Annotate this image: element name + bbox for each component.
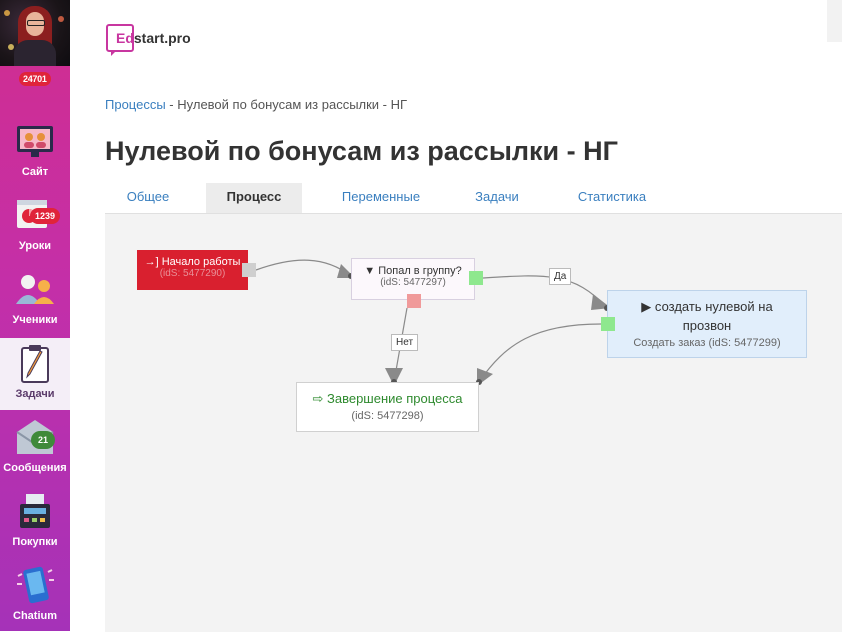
node-start[interactable]: →] Начало работы (idS: 5477290): [137, 250, 248, 290]
sidebar-item-label: Уроки: [18, 240, 52, 252]
sidebar-item-site[interactable]: Сайт: [0, 116, 70, 188]
breadcrumb-separator: -: [165, 97, 178, 112]
site-screen-icon: [17, 126, 53, 157]
avatar[interactable]: [0, 0, 70, 66]
node-end-label: Завершение процесса: [327, 391, 463, 406]
sidebar-item-label: Покупки: [12, 536, 58, 548]
tab-general[interactable]: Общее: [105, 183, 191, 213]
node-action-label-line2: прозвон: [682, 318, 732, 333]
purchases-register-icon: [20, 494, 50, 528]
tab-statistics[interactable]: Статистика: [557, 183, 667, 213]
sidebar-item-label: Сообщения: [3, 462, 67, 474]
edge-filter-to-action-yes: [482, 275, 608, 309]
sidebar-item-label: Chatium: [13, 610, 57, 622]
edge-action-to-end: [478, 323, 602, 383]
main-content: Edstart.pro Процессы - Нулевой по бонуса…: [70, 0, 842, 632]
node-action-label-line1: создать нулевой на: [654, 299, 773, 314]
lessons-count-badge: 1239: [30, 208, 61, 224]
node-filter-label: Попал в группу?: [378, 265, 462, 277]
sidebar-item-label: Сайт: [21, 166, 49, 178]
sidebar-item-students[interactable]: Ученики: [0, 264, 70, 336]
tasks-clipboard-icon: [21, 345, 49, 383]
node-filter-no-port[interactable]: [407, 294, 421, 308]
page-title: Нулевой по бонусам из рассылки - НГ: [105, 136, 618, 166]
play-icon: ▶: [641, 299, 652, 314]
node-end[interactable]: ⇨ Завершение процесса (idS: 5477298): [296, 382, 479, 432]
sidebar-item-purchases[interactable]: Покупки: [0, 486, 70, 558]
edge-label-no: Нет: [391, 334, 419, 351]
sidebar-item-messages[interactable]: 21 Сообщения: [0, 412, 70, 484]
node-action-output-port[interactable]: [601, 317, 615, 331]
node-start-id: (idS: 5477290): [159, 268, 226, 279]
sign-in-icon: →]: [144, 256, 159, 268]
node-filter-id: (idS: 5477297): [380, 277, 446, 288]
node-action-id: Создать заказ (idS: 5477299): [633, 337, 781, 349]
edge-label-yes: Да: [549, 268, 572, 285]
sidebar-item-chatium[interactable]: Chatium: [0, 560, 70, 632]
sidebar-item-lessons[interactable]: 1239 Уроки: [0, 190, 70, 262]
breadcrumb: Процессы - Нулевой по бонусам из рассылк…: [105, 97, 407, 112]
sidebar-item-label: Ученики: [12, 314, 58, 326]
tab-variables[interactable]: Переменные: [321, 183, 441, 213]
node-start-output-port[interactable]: [242, 263, 256, 277]
node-end-id: (idS: 5477298): [351, 410, 424, 422]
messages-count-badge: 21: [31, 431, 56, 449]
process-canvas[interactable]: →] Начало работы (idS: 5477290) ▼ Попал …: [105, 213, 842, 632]
notification-count-badge[interactable]: 24701: [19, 72, 51, 86]
logo-text-first: Ed: [116, 30, 134, 46]
students-icon: [16, 275, 54, 304]
logo-text-rest: start.pro: [133, 30, 191, 46]
node-action[interactable]: ▶ создать нулевой на прозвон Создать зак…: [607, 290, 807, 358]
exit-icon: ⇨: [312, 391, 324, 406]
filter-icon: ▼: [364, 265, 376, 277]
breadcrumb-current: Нулевой по бонусам из рассылки - НГ: [177, 97, 408, 112]
breadcrumb-link-processes[interactable]: Процессы: [105, 97, 166, 112]
node-filter-yes-port[interactable]: [469, 271, 483, 285]
chatium-phone-icon: [17, 566, 54, 604]
tab-tasks[interactable]: Задачи: [457, 183, 537, 213]
sidebar-item-tasks[interactable]: Задачи: [0, 338, 70, 410]
scrollbar[interactable]: [827, 0, 842, 42]
edge-start-to-filter: [255, 259, 352, 277]
tab-process[interactable]: Процесс: [206, 183, 302, 213]
sidebar-item-label: Задачи: [15, 388, 55, 400]
sidebar: 24701 Сайт 1239 Уроки Ученики Задачи 21 …: [0, 0, 70, 631]
node-start-label: Начало работы: [161, 256, 241, 268]
